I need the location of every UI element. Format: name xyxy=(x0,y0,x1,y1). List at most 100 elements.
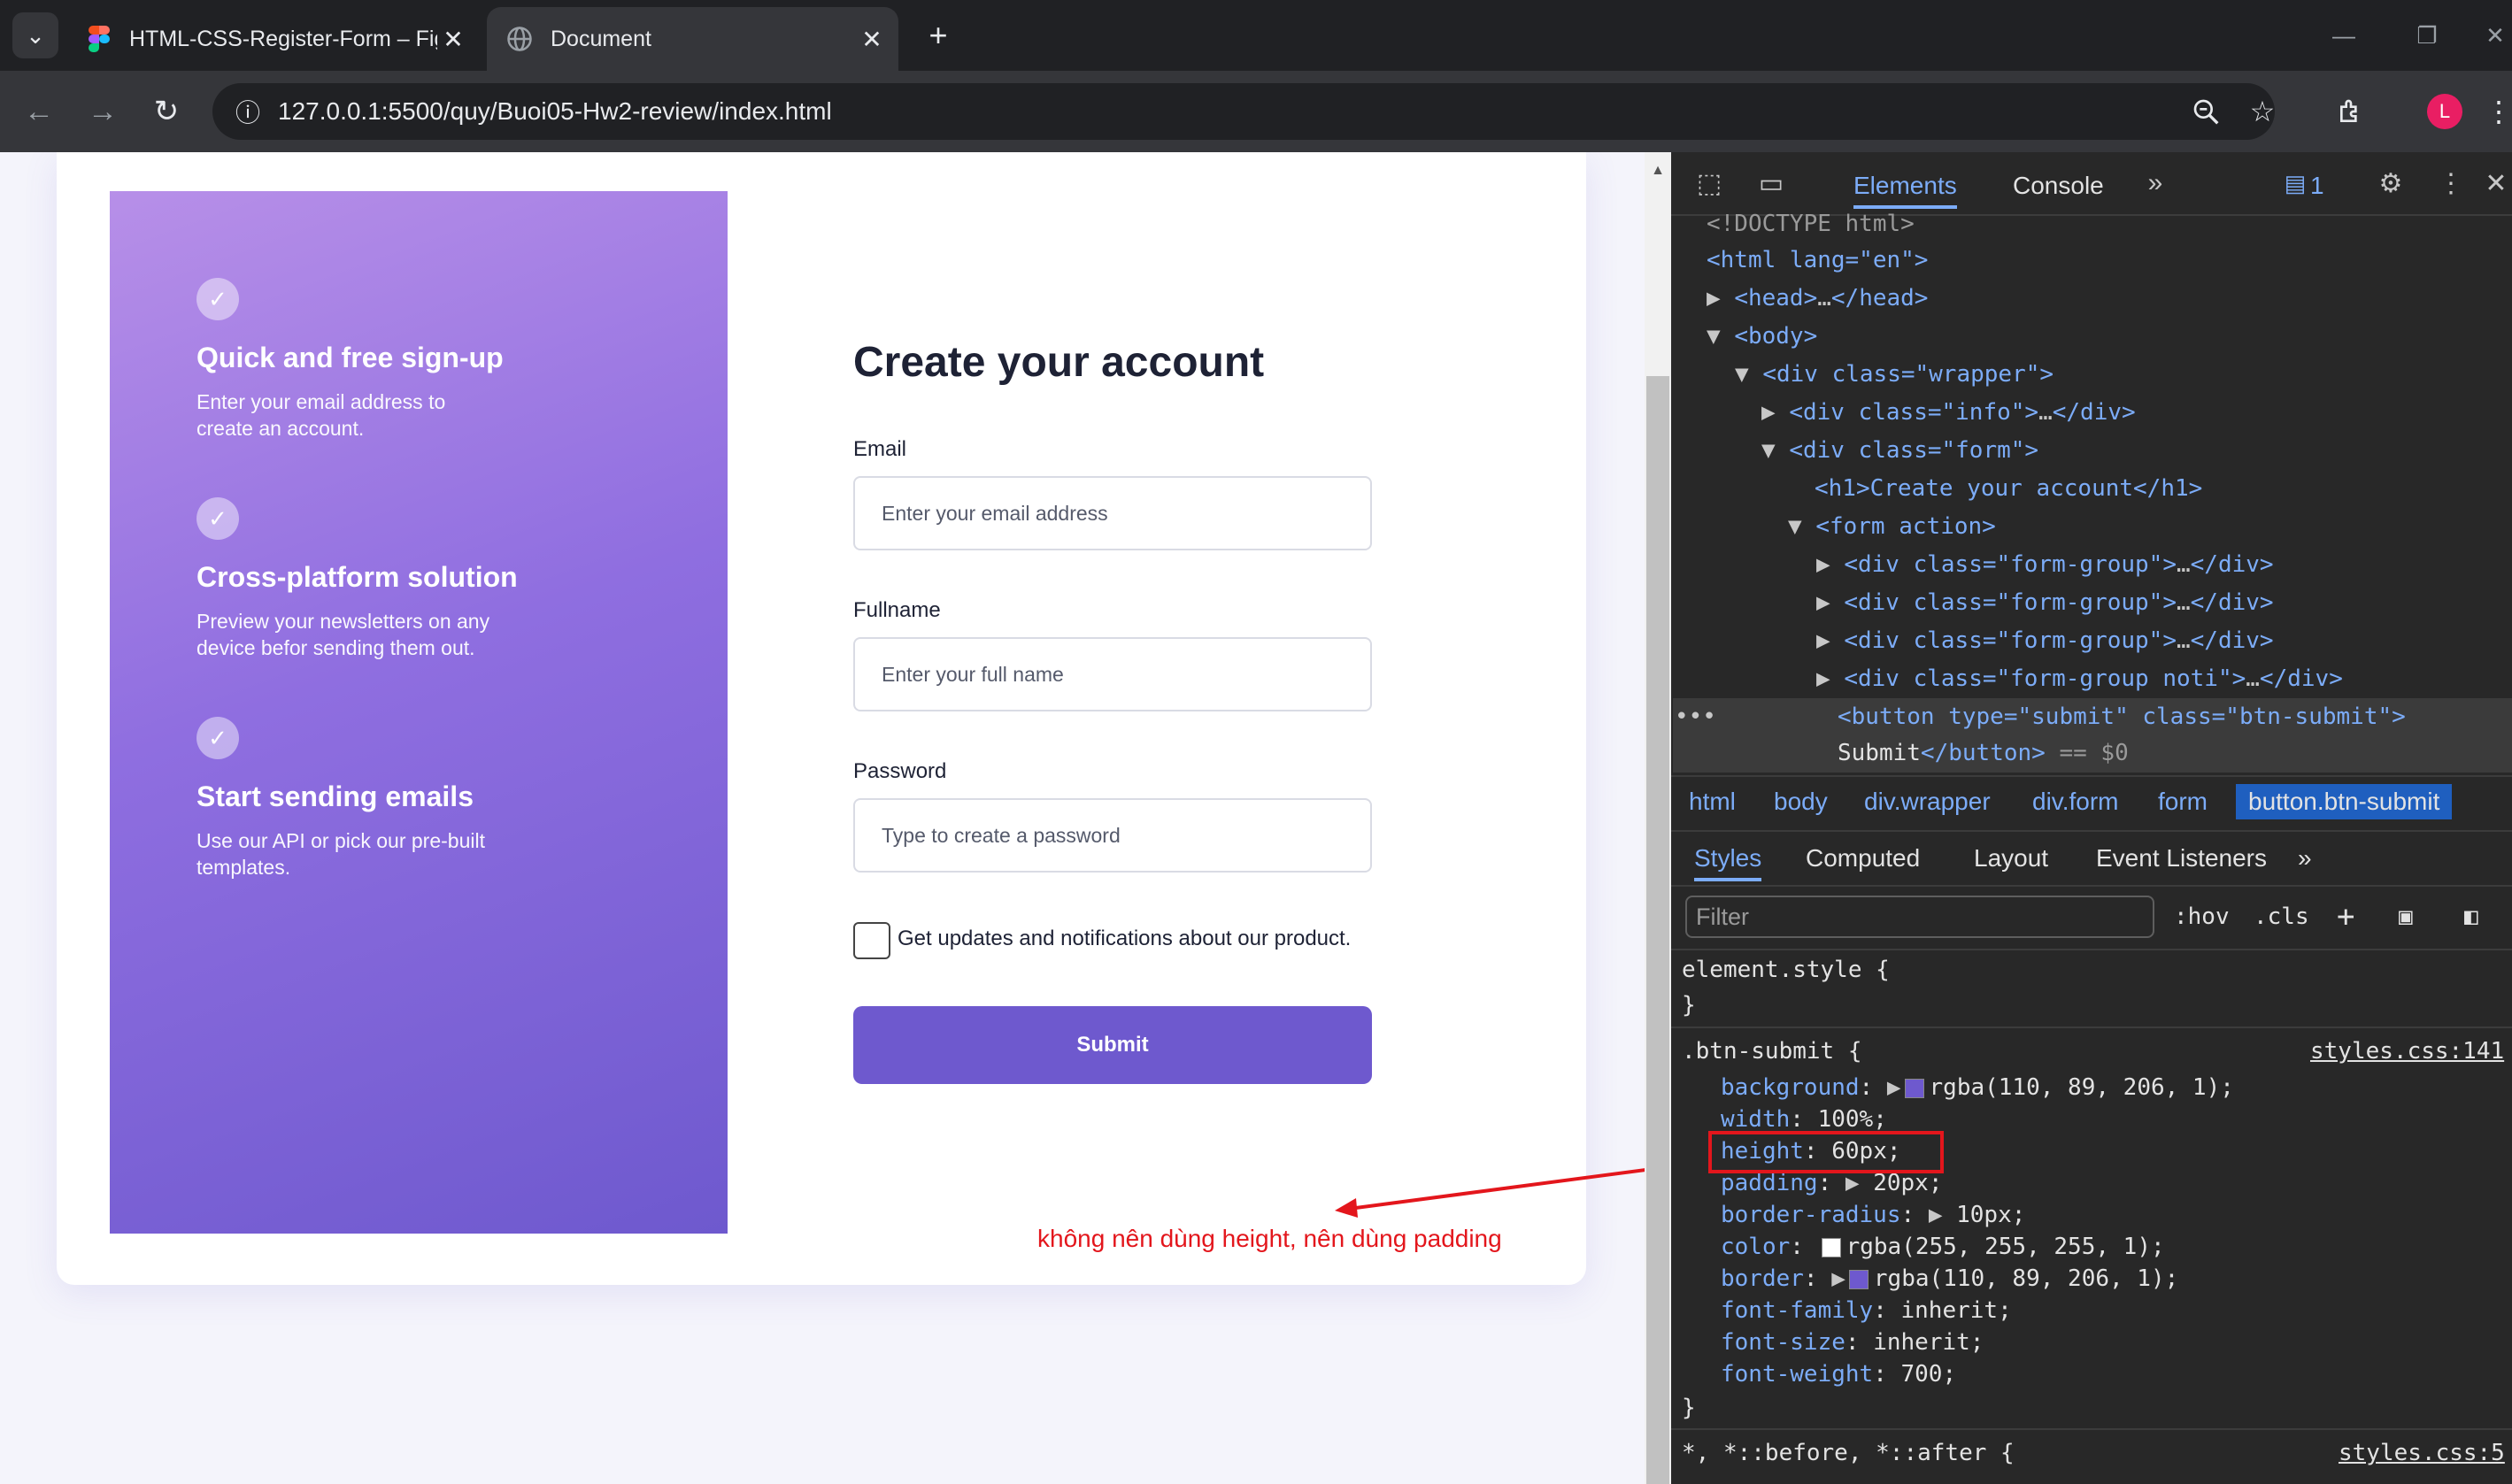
css-declaration[interactable]: border: ▶ rgba(110, 89, 206, 1); xyxy=(1721,1263,2178,1295)
submit-button[interactable]: Submit xyxy=(853,1006,1372,1084)
dom-info[interactable]: ▶ <div class="info">…</div> xyxy=(1673,394,2136,432)
zoom-icon[interactable] xyxy=(2183,88,2229,135)
site-info-icon[interactable]: ⓘ xyxy=(227,90,269,133)
gear-icon[interactable]: ⚙ xyxy=(2369,161,2413,205)
tab-elements[interactable]: Elements xyxy=(1853,166,1957,209)
sidebar-toggle-icon[interactable]: ◧ xyxy=(2464,899,2478,934)
tab-search-button[interactable]: ⌄ xyxy=(12,12,58,58)
universal-selector[interactable]: *, *::before, *::after { xyxy=(1682,1437,2015,1469)
color-swatch[interactable] xyxy=(1821,1237,1841,1257)
css-declaration[interactable]: background: ▶ rgba(110, 89, 206, 1); xyxy=(1721,1072,2234,1103)
issues-count[interactable]: 1 xyxy=(2310,166,2324,205)
color-swatch[interactable] xyxy=(1904,1078,1924,1098)
dom-html[interactable]: <html lang="en"> xyxy=(1673,242,1928,280)
more-tabs-icon[interactable]: » xyxy=(2298,839,2312,878)
close-icon[interactable]: ✕ xyxy=(437,25,469,54)
css-declaration[interactable]: color: rgba(255, 255, 255, 1); xyxy=(1721,1231,2165,1263)
kebab-menu-icon[interactable]: ⋮ xyxy=(2485,88,2512,135)
forward-button[interactable]: → xyxy=(80,88,126,135)
new-rule-icon[interactable]: + xyxy=(2337,899,2354,934)
dom-wrapper[interactable]: ▼ <div class="wrapper"> xyxy=(1673,356,2054,394)
dom-button-content[interactable]: Submit</button> == $0 xyxy=(1673,734,2512,773)
feature-item: ✓ Start sending emails Use our API or pi… xyxy=(196,717,639,880)
dom-head[interactable]: ▶ <head>…</head> xyxy=(1673,280,1928,318)
inspect-element-icon[interactable]: ⬚ xyxy=(1687,161,1731,205)
dom-form-group[interactable]: ▶ <div class="form-group">…</div> xyxy=(1673,584,2274,622)
rule-source-link[interactable]: styles.css:5 xyxy=(2339,1437,2505,1469)
paint-icon[interactable]: ▣ xyxy=(2399,899,2413,934)
styles-filter-input[interactable]: Filter xyxy=(1685,896,2154,938)
breadcrumb-item[interactable]: html xyxy=(1689,784,1736,819)
dom-form-group[interactable]: ▶ <div class="form-group">…</div> xyxy=(1673,622,2274,660)
breadcrumb-item[interactable]: form xyxy=(2158,784,2208,819)
password-field[interactable]: Type to create a password xyxy=(853,798,1372,873)
tab-styles[interactable]: Styles xyxy=(1694,839,1762,881)
dom-text: <html lang="en"> xyxy=(1707,247,1929,273)
minimize-button[interactable]: — xyxy=(2317,12,2370,58)
breadcrumb-item[interactable]: div.form xyxy=(2032,784,2119,819)
breadcrumb-item[interactable]: div.wrapper xyxy=(1864,784,1991,819)
dom-form[interactable]: ▼ <form action> xyxy=(1673,508,1996,546)
dom-body[interactable]: ▼ <body> xyxy=(1673,318,1817,356)
dom-collapsed[interactable]: … xyxy=(2177,589,2191,616)
rule-source-link[interactable]: styles.css:141 xyxy=(2310,1035,2504,1067)
css-declaration[interactable]: font-size: inherit; xyxy=(1721,1326,1984,1358)
tab-title: HTML-CSS-Register-Form – Figma xyxy=(129,26,437,51)
bookmark-star-icon[interactable]: ☆ xyxy=(2239,88,2285,135)
extensions-icon[interactable] xyxy=(2328,88,2374,135)
tab-document[interactable]: Document ✕ xyxy=(487,7,898,71)
feature-title: Cross-platform solution xyxy=(196,561,518,593)
dom-more-icon[interactable]: ••• xyxy=(1675,698,1716,736)
avatar[interactable]: L xyxy=(2427,94,2462,129)
updates-checkbox[interactable] xyxy=(853,922,890,959)
dom-button-selected[interactable]: <button type="submit" class="btn-submit"… xyxy=(1673,698,2512,736)
reload-button[interactable]: ↻ xyxy=(143,88,189,135)
css-declaration[interactable]: border-radius: ▶ 10px; xyxy=(1721,1199,2025,1231)
element-style-selector[interactable]: element.style { xyxy=(1682,954,1890,986)
url-text[interactable]: 127.0.0.1:5500/quy/Buoi05-Hw2-review/ind… xyxy=(278,92,832,131)
tab-console[interactable]: Console xyxy=(2013,166,2104,205)
cls-toggle[interactable]: .cls xyxy=(2254,899,2309,934)
css-declaration[interactable]: font-weight: 700; xyxy=(1721,1358,1956,1390)
scrollbar-thumb[interactable] xyxy=(1646,376,1669,1484)
tab-computed[interactable]: Computed xyxy=(1806,839,1920,878)
css-declaration[interactable]: font-family: inherit; xyxy=(1721,1295,2012,1326)
email-field[interactable]: Enter your email address xyxy=(853,476,1372,550)
restore-button[interactable]: ❐ xyxy=(2400,12,2454,58)
fullname-field[interactable]: Enter your full name xyxy=(853,637,1372,711)
dom-h1[interactable]: <h1>Create your account</h1> xyxy=(1673,470,2202,508)
tab-layout[interactable]: Layout xyxy=(1974,839,2048,878)
breadcrumb-item[interactable]: body xyxy=(1774,784,1828,819)
new-tab-button[interactable]: + xyxy=(917,12,959,58)
close-icon[interactable]: ✕ xyxy=(2480,161,2512,205)
rule-selector[interactable]: .btn-submit { xyxy=(1682,1035,1862,1067)
dom-text: <div class="form"> xyxy=(1789,437,2039,464)
tab-event-listeners[interactable]: Event Listeners xyxy=(2096,839,2267,878)
hov-toggle[interactable]: :hov xyxy=(2174,899,2230,934)
dom-text: </head> xyxy=(1830,285,1929,311)
chevron-down-icon: ⌄ xyxy=(26,21,45,49)
scroll-up-icon[interactable]: ▲ xyxy=(1646,159,1669,182)
close-window-button[interactable]: ✕ xyxy=(2478,12,2512,58)
dom-doctype[interactable]: <!DOCTYPE html> xyxy=(1673,205,1915,243)
dom-text: <head> xyxy=(1734,285,1818,311)
dom-collapsed[interactable]: … xyxy=(2177,551,2191,578)
breadcrumb-item-active[interactable]: button.btn-submit xyxy=(2236,784,2453,819)
back-button[interactable]: ← xyxy=(16,88,62,135)
kebab-menu-icon[interactable]: ⋮ xyxy=(2429,161,2473,205)
dom-collapsed[interactable]: … xyxy=(1817,285,1831,311)
dom-collapsed[interactable]: … xyxy=(2177,627,2191,654)
color-swatch[interactable] xyxy=(1848,1269,1869,1289)
device-toolbar-icon[interactable]: ▭ xyxy=(1749,161,1793,205)
close-icon[interactable]: ✕ xyxy=(856,25,888,54)
tab-figma[interactable]: HTML-CSS-Register-Form – Figma ✕ xyxy=(73,7,480,71)
dom-collapsed[interactable]: … xyxy=(2246,665,2260,692)
dom-text: </div> xyxy=(2052,399,2136,426)
arrow-right-icon: → xyxy=(88,94,118,128)
close-icon: ✕ xyxy=(2485,21,2505,49)
more-tabs-icon[interactable]: » xyxy=(2133,161,2177,205)
dom-collapsed[interactable]: … xyxy=(2038,399,2053,426)
dom-form-group[interactable]: ▶ <div class="form-group">…</div> xyxy=(1673,546,2274,584)
dom-form-group-noti[interactable]: ▶ <div class="form-group noti">…</div> xyxy=(1673,660,2343,698)
dom-form-div[interactable]: ▼ <div class="form"> xyxy=(1673,432,2038,470)
